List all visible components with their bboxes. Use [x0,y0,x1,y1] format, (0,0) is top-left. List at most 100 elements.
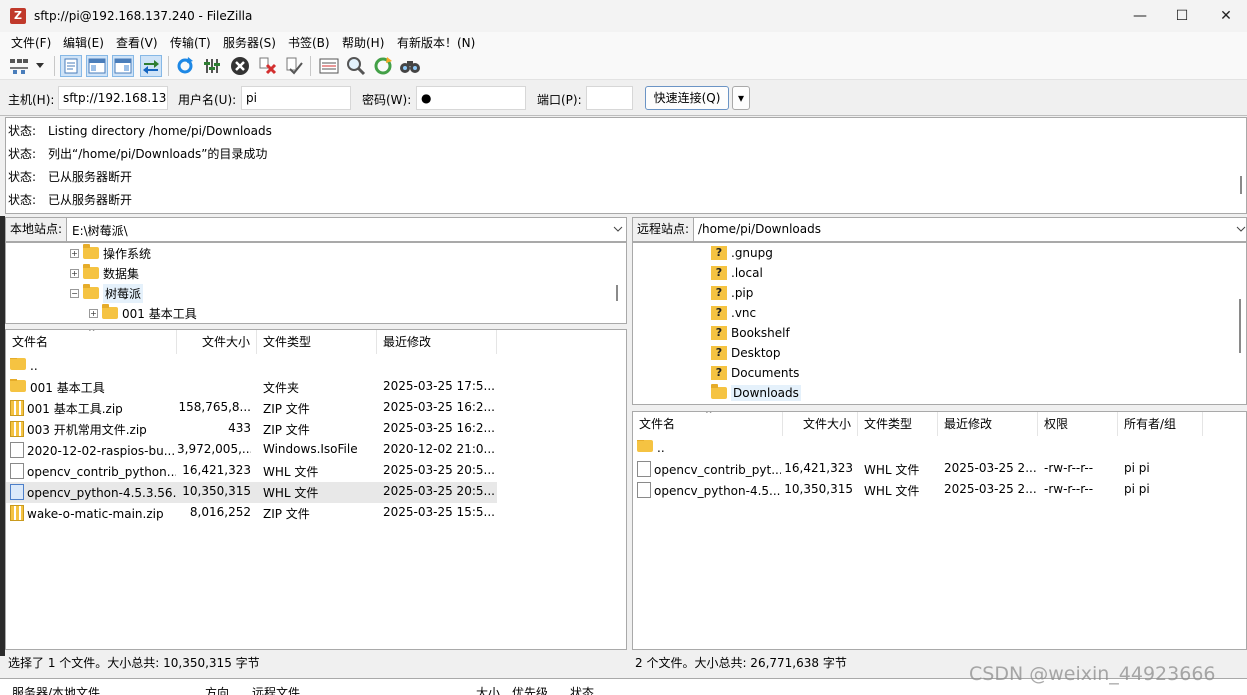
toggle-local-tree-icon[interactable] [86,55,108,77]
column-header-size[interactable]: 文件大小 [783,412,858,436]
toggle-remote-tree-icon[interactable] [112,55,134,77]
quickconnect-history-dropdown[interactable]: ▾ [732,86,750,110]
tree-item[interactable]: + 数据集 [70,263,139,283]
file-size: 16,421,323 [182,463,251,477]
site-manager-icon[interactable] [8,55,30,77]
directory-listing-filter-icon[interactable] [318,55,340,77]
file-owner: pi pi [1124,461,1150,475]
column-header-filename[interactable]: 文件名 [6,330,177,354]
expand-icon[interactable]: + [70,248,79,258]
table-row[interactable]: wake-o-matic-main.zip 8,016,252 ZIP 文件 2… [6,503,497,524]
toggle-dir-compare-icon[interactable] [345,55,367,77]
log-scrollbar[interactable] [1240,176,1242,194]
menu-file[interactable]: 文件(F) [11,34,51,51]
search-icon[interactable] [399,55,421,77]
local-status-text: 选择了 1 个文件。大小总共: 10,350,315 字节 [8,656,260,670]
column-header-modified[interactable]: 最近修改 [938,412,1038,436]
close-button[interactable]: ✕ [1206,4,1246,28]
tree-item[interactable]: ? Documents [711,363,799,383]
remote-path-input[interactable]: /home/pi/Downloads [698,222,821,236]
tree-item-label: 001 基本工具 [122,306,197,321]
menu-transfer[interactable]: 传输(T) [170,34,211,51]
tree-item[interactable]: ? .vnc [711,303,756,323]
tree-item[interactable]: ? .gnupg [711,243,773,263]
host-label: 主机(H): [8,93,55,107]
table-row[interactable]: opencv_python-4.5.... 10,350,315 WHL 文件 … [633,480,1203,501]
tree-item[interactable]: ? .pip [711,283,753,303]
cancel-icon[interactable] [229,55,251,77]
password-field[interactable]: ● [416,86,526,110]
table-row[interactable]: 001 基本工具.zip 158,765,8... ZIP 文件 2025-03… [6,398,497,419]
collapse-icon[interactable]: − [70,288,79,298]
unknown-folder-icon: ? [711,266,727,280]
log-label: 状态: [8,193,37,207]
sync-browse-icon[interactable] [372,55,394,77]
expand-icon[interactable]: + [89,308,98,318]
table-row[interactable]: opencv_contrib_pyt... 16,421,323 WHL 文件 … [633,459,1203,480]
local-path-input[interactable]: E:\树莓派\ [72,222,128,239]
queue-header-priority[interactable]: 优先级 [512,684,548,695]
process-queue-icon[interactable] [201,55,223,77]
transfer-queue-icon[interactable] [140,55,162,77]
remote-status-text: 2 个文件。大小总共: 26,771,638 字节 [635,656,847,670]
file-modified: 2025-03-25 20:5... [383,463,495,477]
table-row[interactable]: .. [633,438,1203,459]
tree-item[interactable]: ? Bookshelf [711,323,790,343]
table-row[interactable]: .. [6,356,497,377]
toggle-log-icon[interactable] [60,55,82,77]
column-header-modified[interactable]: 最近修改 [377,330,497,354]
local-tree-scrollbar[interactable] [616,285,618,301]
reconnect-icon[interactable] [283,55,305,77]
local-file-list: ^ 文件名 文件大小 文件类型 最近修改 .. 001 基本工具 文件夹 202… [5,329,627,650]
column-header-size[interactable]: 文件大小 [177,330,257,354]
maximize-button[interactable]: ☐ [1162,4,1202,28]
dropdown-arrow-icon[interactable] [34,55,46,77]
tree-item[interactable]: − 树莓派 [70,283,144,303]
unknown-folder-icon: ? [711,286,727,300]
column-header-owner[interactable]: 所有者/组 [1118,412,1203,436]
file-name: opencv_python-4.5.3.56... [27,486,176,500]
refresh-icon[interactable] [174,55,196,77]
column-header-filename[interactable]: 文件名 [633,412,783,436]
column-header-type[interactable]: 文件类型 [858,412,938,436]
unknown-folder-icon: ? [711,306,727,320]
queue-header-direction[interactable]: 方向 [205,684,229,695]
queue-header-local[interactable]: 服务器/本地文件 [12,684,100,695]
port-field[interactable] [586,86,633,110]
column-header-type[interactable]: 文件类型 [257,330,377,354]
table-row[interactable]: 003 开机常用文件.zip 433 ZIP 文件 2025-03-25 16:… [6,419,497,440]
tree-item-label: .local [731,266,763,280]
tree-item[interactable]: + 001 基本工具 [89,303,197,323]
host-field[interactable]: sftp://192.168.137 [58,86,168,110]
menu-help[interactable]: 帮助(H) [342,34,384,51]
table-row[interactable]: 001 基本工具 文件夹 2025-03-25 17:5... [6,377,497,398]
menu-bookmarks[interactable]: 书签(B) [288,34,330,51]
chevron-down-icon[interactable] [613,226,623,233]
queue-header-size[interactable]: 大小 [476,684,500,695]
toolbar-separator [310,56,311,76]
menu-edit[interactable]: 编辑(E) [63,34,104,51]
file-modified: 2025-03-25 2... [944,482,1037,496]
queue-header-remote[interactable]: 远程文件 [252,684,300,695]
expand-icon[interactable]: + [70,268,79,278]
minimize-button[interactable]: — [1120,4,1160,28]
disconnect-icon[interactable] [257,55,279,77]
file-type: ZIP 文件 [263,507,310,521]
quickconnect-button[interactable]: 快速连接(Q) [645,86,729,110]
table-row-selected[interactable]: opencv_python-4.5.3.56... 10,350,315 WHL… [6,482,497,503]
log-text: 列出“/home/pi/Downloads”的目录成功 [48,147,268,161]
chevron-down-icon[interactable] [1236,226,1246,233]
column-header-permissions[interactable]: 权限 [1038,412,1118,436]
tree-item[interactable]: ? Desktop [711,343,781,363]
username-field[interactable]: pi [241,86,351,110]
table-row[interactable]: opencv_contrib_python... 16,421,323 WHL … [6,461,497,482]
menu-view[interactable]: 查看(V) [116,34,158,51]
tree-item[interactable]: ? .local [711,263,763,283]
remote-tree-scrollbar[interactable] [1239,299,1241,353]
table-row[interactable]: 2020-12-02-raspios-bu... 3,972,005,... W… [6,440,497,461]
tree-item[interactable]: + 操作系统 [70,243,151,263]
tree-item[interactable]: Downloads [711,383,801,403]
menu-server[interactable]: 服务器(S) [223,34,276,51]
menu-new-version[interactable]: 有新版本！(N) [397,34,475,51]
queue-header-status[interactable]: 状态 [570,684,594,695]
